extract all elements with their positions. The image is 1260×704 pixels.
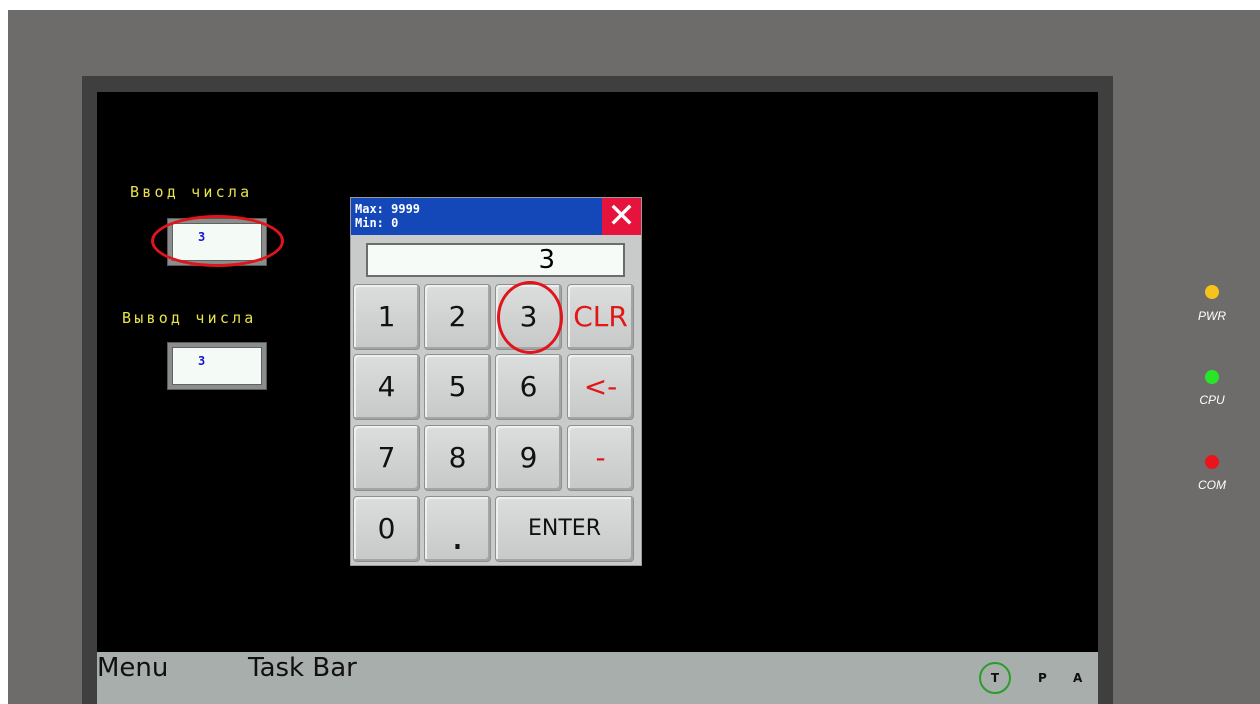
- key-1[interactable]: 1: [353, 284, 420, 350]
- menu-button[interactable]: Menu: [97, 653, 168, 683]
- key-6[interactable]: 6: [495, 354, 562, 420]
- keypad-display: 3: [366, 243, 625, 277]
- key-backspace[interactable]: <-: [567, 354, 634, 420]
- key-3[interactable]: 3: [495, 284, 562, 350]
- hmi-screen: Ввод числа 3 Вывод числа 3 Max: 9999 Min…: [97, 92, 1098, 704]
- close-icon[interactable]: ✕: [602, 198, 641, 235]
- output-caption: Вывод числа: [122, 309, 257, 327]
- key-minus[interactable]: -: [567, 425, 634, 491]
- key-7[interactable]: 7: [353, 425, 420, 491]
- key-decimal[interactable]: .: [424, 496, 491, 562]
- pwr-led-label: PWR: [1198, 309, 1226, 323]
- pwr-led-icon: [1205, 285, 1219, 299]
- keypad-header: Max: 9999 Min: 0 ✕: [351, 198, 641, 235]
- keypad-max-label: Max: 9999: [355, 202, 421, 216]
- key-9[interactable]: 9: [495, 425, 562, 491]
- output-number-field: 3: [167, 342, 267, 390]
- com-led-icon: [1205, 455, 1219, 469]
- key-2[interactable]: 2: [424, 284, 491, 350]
- cpu-led-label: CPU: [1199, 393, 1225, 407]
- task-bar: Menu Task Bar T P A: [97, 652, 1098, 704]
- input-caption: Ввод числа: [130, 183, 253, 201]
- taskbar-t-button[interactable]: T: [979, 662, 1011, 694]
- key-4[interactable]: 4: [353, 354, 420, 420]
- input-number-field[interactable]: 3: [167, 218, 267, 266]
- output-number-value: 3: [172, 347, 262, 385]
- keypad-min-label: Min: 0: [355, 216, 399, 230]
- numeric-keypad: Max: 9999 Min: 0 ✕ 3 1 2 3 CLR 4 5 6 <- …: [350, 197, 642, 566]
- key-enter[interactable]: ENTER: [495, 496, 634, 562]
- cpu-led-icon: [1205, 370, 1219, 384]
- key-0[interactable]: 0: [353, 496, 420, 562]
- taskbar-p-button[interactable]: P: [1038, 671, 1047, 685]
- key-8[interactable]: 8: [424, 425, 491, 491]
- key-5[interactable]: 5: [424, 354, 491, 420]
- key-clr[interactable]: CLR: [567, 284, 634, 350]
- taskbar-a-button[interactable]: A: [1073, 671, 1082, 685]
- input-number-value: 3: [172, 223, 262, 261]
- task-bar-label[interactable]: Task Bar: [248, 653, 357, 683]
- com-led-label: COM: [1198, 478, 1226, 492]
